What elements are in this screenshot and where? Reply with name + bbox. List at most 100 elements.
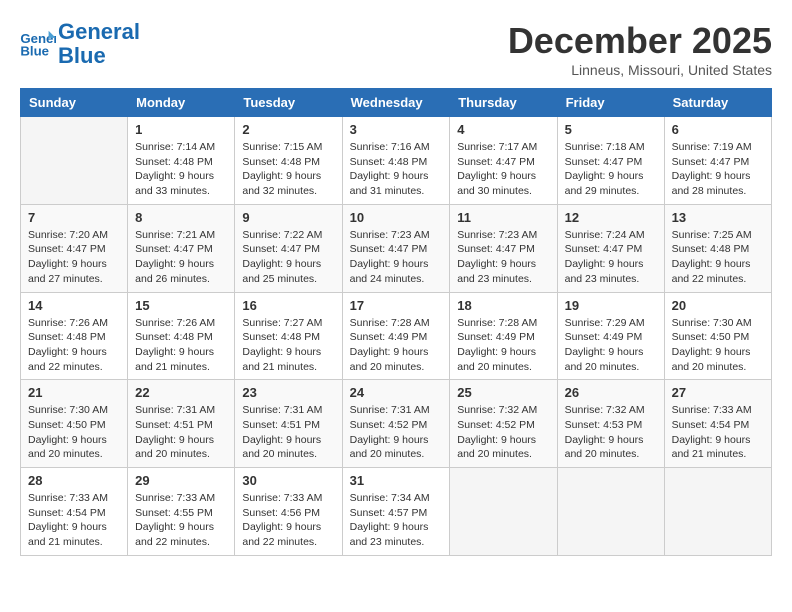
day-info: Sunrise: 7:32 AMSunset: 4:53 PMDaylight:…	[565, 403, 657, 462]
weekday-header: Saturday	[664, 89, 771, 117]
weekday-header: Sunday	[21, 89, 128, 117]
weekday-header: Thursday	[450, 89, 557, 117]
calendar-cell: 22 Sunrise: 7:31 AMSunset: 4:51 PMDayligh…	[128, 380, 235, 468]
day-number: 14	[28, 298, 120, 313]
day-number: 16	[242, 298, 334, 313]
day-info: Sunrise: 7:22 AMSunset: 4:47 PMDaylight:…	[242, 228, 334, 287]
weekday-header: Wednesday	[342, 89, 450, 117]
calendar-cell: 2Sunrise: 7:15 AMSunset: 4:48 PMDaylight…	[235, 117, 342, 205]
day-number: 2	[242, 122, 334, 137]
calendar-cell: 6 Sunrise: 7:19 AMSunset: 4:47 PMDaylight…	[664, 117, 771, 205]
day-info: Sunrise: 7:27 AMSunset: 4:48 PMDaylight:…	[242, 316, 334, 375]
day-info: Sunrise: 7:31 AMSunset: 4:52 PMDaylight:…	[350, 403, 443, 462]
calendar-cell: 10 Sunrise: 7:23 AMSunset: 4:47 PMDayligh…	[342, 204, 450, 292]
day-info: Sunrise: 7:30 AMSunset: 4:50 PMDaylight:…	[672, 316, 764, 375]
day-number: 31	[350, 473, 443, 488]
day-info: Sunrise: 7:25 AMSunset: 4:48 PMDaylight:…	[672, 228, 764, 287]
calendar-cell: 20 Sunrise: 7:30 AMSunset: 4:50 PMDayligh…	[664, 292, 771, 380]
calendar-cell: 17 Sunrise: 7:28 AMSunset: 4:49 PMDayligh…	[342, 292, 450, 380]
calendar-cell: 18 Sunrise: 7:28 AMSunset: 4:49 PMDayligh…	[450, 292, 557, 380]
calendar-cell: 30 Sunrise: 7:33 AMSunset: 4:56 PMDayligh…	[235, 468, 342, 556]
day-info: Sunrise: 7:20 AMSunset: 4:47 PMDaylight:…	[28, 228, 120, 287]
calendar-cell: 9 Sunrise: 7:22 AMSunset: 4:47 PMDaylight…	[235, 204, 342, 292]
calendar-week-row: 7 Sunrise: 7:20 AMSunset: 4:47 PMDaylight…	[21, 204, 772, 292]
day-info: Sunrise: 7:23 AMSunset: 4:47 PMDaylight:…	[457, 228, 549, 287]
day-info: Sunrise: 7:31 AMSunset: 4:51 PMDaylight:…	[242, 403, 334, 462]
calendar-cell: 3 Sunrise: 7:16 AMSunset: 4:48 PMDaylight…	[342, 117, 450, 205]
day-info: Sunrise: 7:21 AMSunset: 4:47 PMDaylight:…	[135, 228, 227, 287]
day-info: Sunrise: 7:33 AMSunset: 4:56 PMDaylight:…	[242, 491, 334, 550]
day-number: 4	[457, 122, 549, 137]
calendar-cell: 16 Sunrise: 7:27 AMSunset: 4:48 PMDayligh…	[235, 292, 342, 380]
day-info: Sunrise: 7:19 AMSunset: 4:47 PMDaylight:…	[672, 140, 764, 199]
day-info: Sunrise: 7:32 AMSunset: 4:52 PMDaylight:…	[457, 403, 549, 462]
logo-text: GeneralBlue	[58, 20, 140, 68]
day-info: Sunrise: 7:28 AMSunset: 4:49 PMDaylight:…	[457, 316, 549, 375]
calendar-cell: 29Sunrise: 7:33 AMSunset: 4:55 PMDayligh…	[128, 468, 235, 556]
calendar-cell	[450, 468, 557, 556]
weekday-header: Monday	[128, 89, 235, 117]
svg-text:Blue: Blue	[20, 44, 49, 59]
day-info: Sunrise: 7:33 AMSunset: 4:54 PMDaylight:…	[28, 491, 120, 550]
logo-icon: General Blue	[20, 29, 56, 59]
day-number: 7	[28, 210, 120, 225]
calendar-cell: 23 Sunrise: 7:31 AMSunset: 4:51 PMDayligh…	[235, 380, 342, 468]
calendar-cell: 28 Sunrise: 7:33 AMSunset: 4:54 PMDayligh…	[21, 468, 128, 556]
day-number: 12	[565, 210, 657, 225]
calendar-cell: 21Sunrise: 7:30 AMSunset: 4:50 PMDayligh…	[21, 380, 128, 468]
day-number: 5	[565, 122, 657, 137]
day-info: Sunrise: 7:28 AMSunset: 4:49 PMDaylight:…	[350, 316, 443, 375]
calendar-cell: 8 Sunrise: 7:21 AMSunset: 4:47 PMDaylight…	[128, 204, 235, 292]
day-info: Sunrise: 7:16 AMSunset: 4:48 PMDaylight:…	[350, 140, 443, 199]
calendar-cell: 4Sunrise: 7:17 AMSunset: 4:47 PMDaylight…	[450, 117, 557, 205]
calendar-cell: 25 Sunrise: 7:32 AMSunset: 4:52 PMDayligh…	[450, 380, 557, 468]
day-info: Sunrise: 7:31 AMSunset: 4:51 PMDaylight:…	[135, 403, 227, 462]
day-info: Sunrise: 7:23 AMSunset: 4:47 PMDaylight:…	[350, 228, 443, 287]
day-number: 19	[565, 298, 657, 313]
day-info: Sunrise: 7:18 AMSunset: 4:47 PMDaylight:…	[565, 140, 657, 199]
day-number: 9	[242, 210, 334, 225]
weekday-header: Tuesday	[235, 89, 342, 117]
day-number: 28	[28, 473, 120, 488]
day-info: Sunrise: 7:26 AMSunset: 4:48 PMDaylight:…	[135, 316, 227, 375]
day-number: 22	[135, 385, 227, 400]
day-info: Sunrise: 7:30 AMSunset: 4:50 PMDaylight:…	[28, 403, 120, 462]
day-info: Sunrise: 7:26 AMSunset: 4:48 PMDaylight:…	[28, 316, 120, 375]
day-number: 10	[350, 210, 443, 225]
calendar-cell: 27Sunrise: 7:33 AMSunset: 4:54 PMDayligh…	[664, 380, 771, 468]
title-block: December 2025 Linneus, Missouri, United …	[508, 20, 772, 78]
calendar-cell: 14 Sunrise: 7:26 AMSunset: 4:48 PMDayligh…	[21, 292, 128, 380]
calendar-cell: 12 Sunrise: 7:24 AMSunset: 4:47 PMDayligh…	[557, 204, 664, 292]
calendar-cell: 7 Sunrise: 7:20 AMSunset: 4:47 PMDaylight…	[21, 204, 128, 292]
calendar-table: SundayMondayTuesdayWednesdayThursdayFrid…	[20, 88, 772, 556]
day-info: Sunrise: 7:14 AMSunset: 4:48 PMDaylight:…	[135, 140, 227, 199]
calendar-week-row: 1 Sunrise: 7:14 AMSunset: 4:48 PMDaylight…	[21, 117, 772, 205]
day-number: 26	[565, 385, 657, 400]
day-info: Sunrise: 7:33 AMSunset: 4:54 PMDaylight:…	[672, 403, 764, 462]
day-number: 15	[135, 298, 227, 313]
day-number: 3	[350, 122, 443, 137]
calendar-cell: 13Sunrise: 7:25 AMSunset: 4:48 PMDayligh…	[664, 204, 771, 292]
day-number: 20	[672, 298, 764, 313]
calendar-cell: 31 Sunrise: 7:34 AMSunset: 4:57 PMDayligh…	[342, 468, 450, 556]
calendar-cell: 1 Sunrise: 7:14 AMSunset: 4:48 PMDaylight…	[128, 117, 235, 205]
day-number: 18	[457, 298, 549, 313]
day-number: 30	[242, 473, 334, 488]
day-info: Sunrise: 7:34 AMSunset: 4:57 PMDaylight:…	[350, 491, 443, 550]
day-number: 25	[457, 385, 549, 400]
day-number: 17	[350, 298, 443, 313]
calendar-week-row: 28 Sunrise: 7:33 AMSunset: 4:54 PMDayligh…	[21, 468, 772, 556]
day-number: 1	[135, 122, 227, 137]
day-info: Sunrise: 7:24 AMSunset: 4:47 PMDaylight:…	[565, 228, 657, 287]
calendar-cell: 15 Sunrise: 7:26 AMSunset: 4:48 PMDayligh…	[128, 292, 235, 380]
location-title: Linneus, Missouri, United States	[508, 62, 772, 78]
day-number: 8	[135, 210, 227, 225]
day-number: 11	[457, 210, 549, 225]
day-number: 6	[672, 122, 764, 137]
calendar-header-row: SundayMondayTuesdayWednesdayThursdayFrid…	[21, 89, 772, 117]
logo: General Blue GeneralBlue	[20, 20, 140, 68]
day-info: Sunrise: 7:33 AMSunset: 4:55 PMDaylight:…	[135, 491, 227, 550]
calendar-cell: 5 Sunrise: 7:18 AMSunset: 4:47 PMDaylight…	[557, 117, 664, 205]
calendar-week-row: 14 Sunrise: 7:26 AMSunset: 4:48 PMDayligh…	[21, 292, 772, 380]
day-number: 23	[242, 385, 334, 400]
